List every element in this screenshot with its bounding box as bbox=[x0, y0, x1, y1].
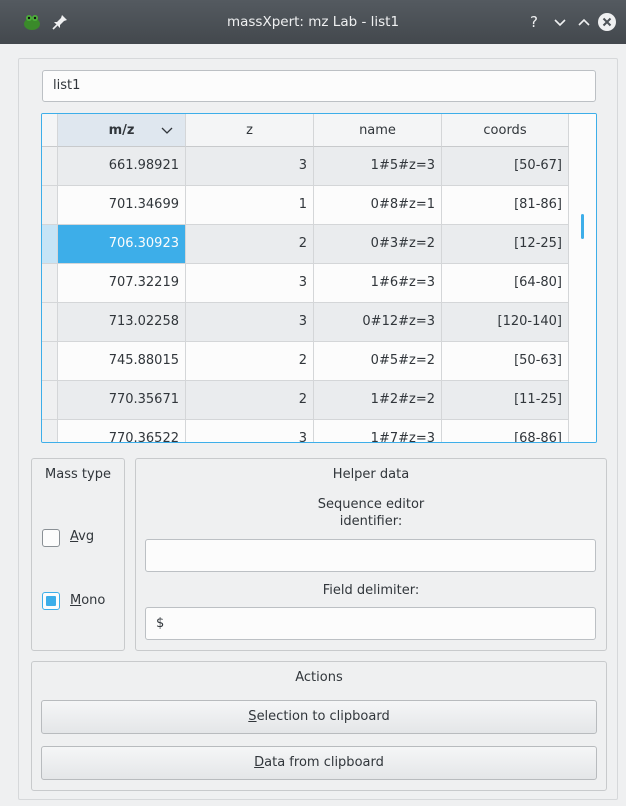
column-header-name[interactable]: name bbox=[314, 114, 442, 147]
field-delimiter-input[interactable]: $ bbox=[145, 607, 596, 640]
cell-mz[interactable]: 701.34699 bbox=[58, 186, 186, 225]
title-bar: massXpert: mz Lab - list1 ? bbox=[0, 0, 626, 44]
table-row[interactable]: 745.88015 2 0#5#z=2 [50-63] bbox=[42, 342, 569, 381]
cell-name[interactable]: 0#5#z=2 bbox=[314, 342, 442, 381]
cell-coords[interactable]: [12-25] bbox=[442, 225, 569, 264]
minimize-button[interactable] bbox=[549, 11, 571, 33]
mono-checkbox[interactable] bbox=[42, 592, 60, 610]
cell-z[interactable]: 3 bbox=[186, 420, 314, 442]
cell-name[interactable]: 1#7#z=3 bbox=[314, 420, 442, 442]
cell-name[interactable]: 0#12#z=3 bbox=[314, 303, 442, 342]
cell-z[interactable]: 2 bbox=[186, 225, 314, 264]
actions-title: Actions bbox=[295, 670, 343, 685]
mono-label[interactable]: Mono bbox=[70, 593, 105, 608]
row-header[interactable] bbox=[42, 420, 58, 442]
cell-z[interactable]: 3 bbox=[186, 264, 314, 303]
cell-mz[interactable]: 706.30923 bbox=[58, 225, 186, 264]
mass-type-group: Mass type Avg Mono bbox=[31, 458, 125, 651]
cell-coords[interactable]: [50-67] bbox=[442, 147, 569, 186]
column-header-z[interactable]: z bbox=[186, 114, 314, 147]
helper-data-title: Helper data bbox=[332, 467, 410, 482]
cell-coords[interactable]: [120-140] bbox=[442, 303, 569, 342]
cell-coords[interactable]: [64-80] bbox=[442, 264, 569, 303]
sequence-editor-label-line1: Sequence editor bbox=[317, 497, 425, 512]
cell-z[interactable]: 2 bbox=[186, 342, 314, 381]
row-header[interactable] bbox=[42, 264, 58, 303]
cell-mz[interactable]: 745.88015 bbox=[58, 342, 186, 381]
cell-mz[interactable]: 713.02258 bbox=[58, 303, 186, 342]
cell-name[interactable]: 0#8#z=1 bbox=[314, 186, 442, 225]
cell-coords[interactable]: [68-86] bbox=[442, 420, 569, 442]
close-icon bbox=[598, 13, 616, 31]
row-header[interactable] bbox=[42, 186, 58, 225]
help-button[interactable]: ? bbox=[523, 11, 545, 33]
cell-name[interactable]: 1#6#z=3 bbox=[314, 264, 442, 303]
selection-to-clipboard-button[interactable]: Selection to clipboard bbox=[41, 700, 597, 734]
table-row[interactable]: 701.34699 1 0#8#z=1 [81-86] bbox=[42, 186, 569, 225]
row-header[interactable] bbox=[42, 225, 58, 264]
mass-type-title: Mass type bbox=[45, 467, 111, 482]
table-corner bbox=[42, 114, 58, 147]
cell-name[interactable]: 1#2#z=2 bbox=[314, 381, 442, 420]
cell-mz[interactable]: 707.32219 bbox=[58, 264, 186, 303]
cell-mz[interactable]: 770.36522 bbox=[58, 420, 186, 442]
cell-z[interactable]: 3 bbox=[186, 147, 314, 186]
cell-z[interactable]: 1 bbox=[186, 186, 314, 225]
avg-label[interactable]: Avg bbox=[70, 529, 94, 544]
maximize-button[interactable] bbox=[573, 11, 595, 33]
row-header[interactable] bbox=[42, 147, 58, 186]
table-row[interactable]: 706.30923 2 0#3#z=2 [12-25] bbox=[42, 225, 569, 264]
sequence-editor-label-line2: identifier: bbox=[339, 514, 403, 529]
cell-coords[interactable]: [11-25] bbox=[442, 381, 569, 420]
table-row[interactable]: 713.02258 3 0#12#z=3 [120-140] bbox=[42, 303, 569, 342]
table-row[interactable]: 707.32219 3 1#6#z=3 [64-80] bbox=[42, 264, 569, 303]
cell-z[interactable]: 2 bbox=[186, 381, 314, 420]
cell-name[interactable]: 0#3#z=2 bbox=[314, 225, 442, 264]
scrollbar-thumb[interactable] bbox=[581, 214, 584, 239]
cell-z[interactable]: 3 bbox=[186, 303, 314, 342]
avg-checkbox[interactable] bbox=[42, 529, 60, 547]
vertical-scrollbar[interactable] bbox=[569, 114, 596, 442]
table-row[interactable]: 661.98921 3 1#5#z=3 [50-67] bbox=[42, 147, 569, 186]
chevron-down-icon bbox=[161, 127, 173, 134]
data-from-clipboard-button[interactable]: Data from clipboard bbox=[41, 746, 597, 780]
chevron-up-icon bbox=[578, 18, 590, 26]
cell-name[interactable]: 1#5#z=3 bbox=[314, 147, 442, 186]
row-header[interactable] bbox=[42, 342, 58, 381]
row-header[interactable] bbox=[42, 381, 58, 420]
cell-coords[interactable]: [50-63] bbox=[442, 342, 569, 381]
row-header[interactable] bbox=[42, 303, 58, 342]
field-delimiter-label: Field delimiter: bbox=[322, 583, 420, 598]
list-name-field[interactable]: list1 bbox=[42, 70, 596, 102]
mz-table[interactable]: m/z z name coords 661.98921 3 1#5#z=3 [50-6… bbox=[41, 113, 597, 443]
chevron-down-icon bbox=[554, 19, 566, 27]
sequence-editor-input[interactable] bbox=[145, 539, 596, 572]
cell-mz[interactable]: 661.98921 bbox=[58, 147, 186, 186]
cell-coords[interactable]: [81-86] bbox=[442, 186, 569, 225]
table-row[interactable]: 770.35671 2 1#2#z=2 [11-25] bbox=[42, 381, 569, 420]
table-row[interactable]: 770.36522 3 1#7#z=3 [68-86] bbox=[42, 420, 569, 442]
close-button[interactable] bbox=[596, 11, 618, 33]
column-header-mz[interactable]: m/z bbox=[58, 114, 186, 147]
column-header-coords[interactable]: coords bbox=[442, 114, 569, 147]
cell-mz[interactable]: 770.35671 bbox=[58, 381, 186, 420]
